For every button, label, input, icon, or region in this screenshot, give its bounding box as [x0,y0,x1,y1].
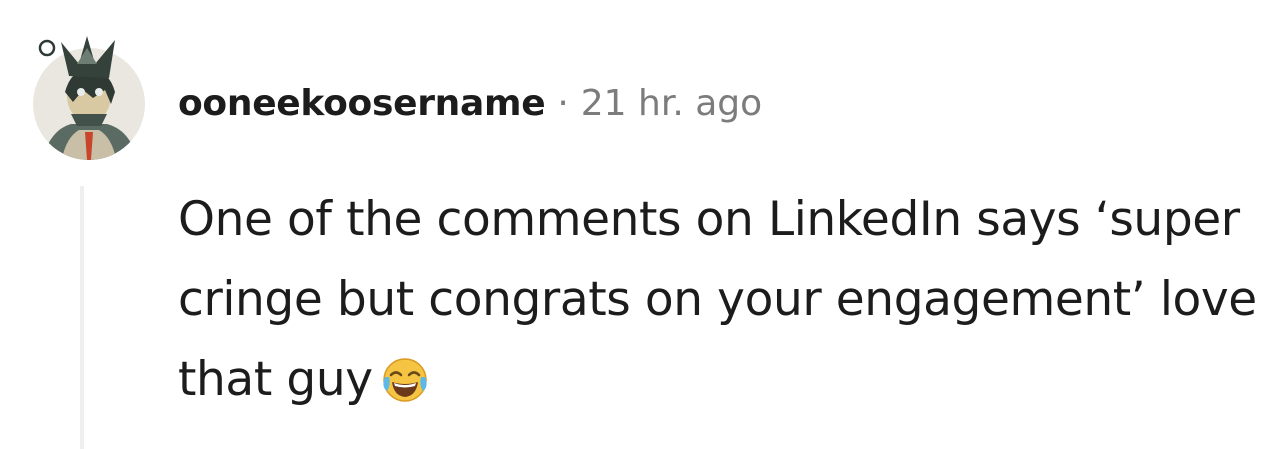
comment-body-text: One of the comments on LinkedIn says ‘su… [178,192,1257,407]
username-link[interactable]: ooneekoosername [178,76,546,132]
comment-body: One of the comments on LinkedIn says ‘su… [178,180,1268,420]
face-with-tears-of-joy-icon [382,358,427,402]
thread-collapse-line[interactable] [80,186,84,449]
avatar[interactable] [31,34,147,164]
comment-header: ooneekoosername · 21 hr. ago [178,76,762,132]
comment: ooneekoosername · 21 hr. ago One of the … [0,0,1284,449]
meta-separator: · [557,83,569,124]
timestamp-link[interactable]: 21 hr. ago [581,76,762,132]
